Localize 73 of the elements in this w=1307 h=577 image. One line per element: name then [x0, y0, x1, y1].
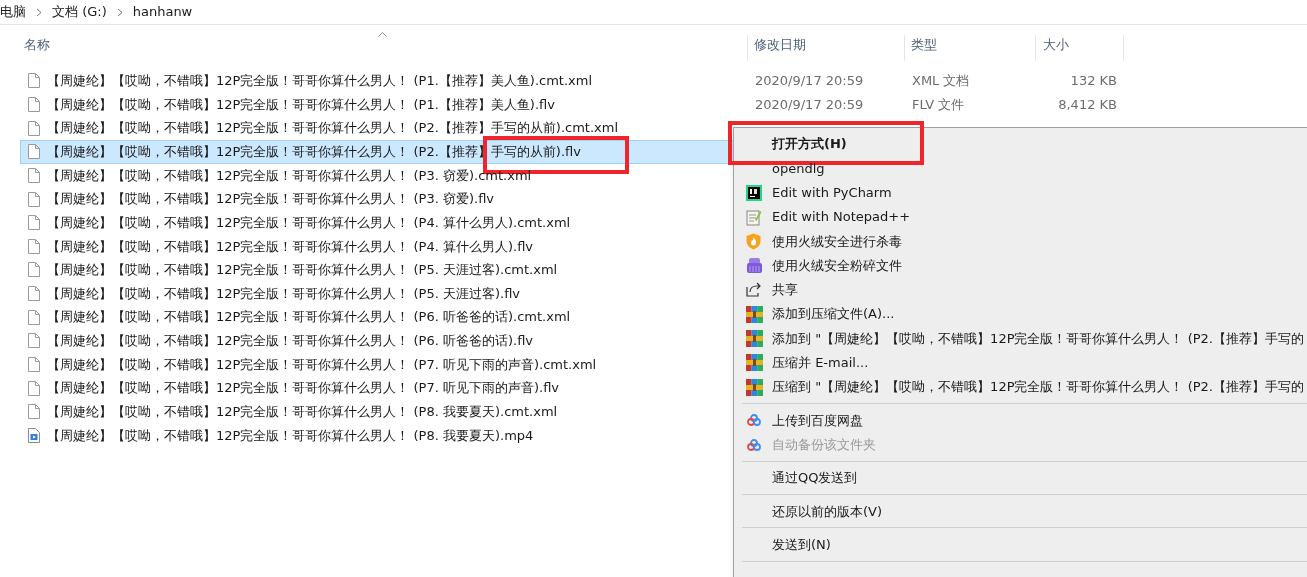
file-icon: [28, 262, 40, 278]
menu-item[interactable]: 使用火绒安全粉碎文件: [772, 255, 902, 276]
file-name: 【周婕纶】【哎呦，不错哦】12P完全版！哥哥你算什么男人！ (P7. 听见下雨的声音).flv: [47, 379, 560, 398]
menu-item[interactable]: Edit with PyCharm: [772, 183, 892, 203]
menu-item[interactable]: 添加到 "【周婕纶】【哎呦，不错哦】12P完全版！哥哥你算什么男人！ (P2.【推荐】手写的: [772, 328, 1304, 349]
shredder-icon: [746, 257, 763, 275]
video-file-icon: [28, 427, 40, 443]
column-header[interactable]: 修改日期: [748, 35, 905, 61]
file-name: 【周婕纶】【哎呦，不错哦】12P完全版！哥哥你算什么男人！ (P5. 天涯过客).flv: [47, 284, 521, 303]
file-icon: [28, 96, 40, 112]
file-icon: [28, 357, 40, 372]
file-name: 【周婕纶】【哎呦，不错哦】12P完全版！哥哥你算什么男人！ (P1.【推荐】美人鱼).cmt.xml: [47, 72, 593, 91]
modified-date: 2020/9/17 20:59: [755, 73, 864, 89]
menu-item[interactable]: Edit with Notepad++: [772, 207, 911, 227]
file-icon: [28, 309, 40, 325]
menu-item[interactable]: 使用火绒安全进行杀毒: [772, 231, 902, 252]
file-icon: [28, 238, 40, 254]
file-type: FLV 文件: [912, 96, 965, 112]
column-header[interactable]: 类型: [905, 35, 1036, 61]
file-icon: [28, 73, 40, 89]
cloud-icon: [746, 437, 762, 452]
share-icon: [746, 282, 762, 298]
file-name: 【周婕纶】【哎呦，不错哦】12P完全版！哥哥你算什么男人！ (P4. 算什么男人).flv: [47, 237, 534, 256]
file-icon: [28, 167, 40, 183]
menu-item[interactable]: 还原以前的版本(V): [772, 501, 883, 522]
chevron-right-icon: [36, 7, 42, 17]
file-icon: [28, 120, 40, 136]
file-name: 【周婕纶】【哎呦，不错哦】12P完全版！哥哥你算什么男人！ (P1.【推荐】美人鱼).flv: [47, 95, 555, 114]
archive-icon: [746, 330, 763, 347]
file-size: 132 KB: [1070, 72, 1117, 91]
file-name: 【周婕纶】【哎呦，不错哦】12P完全版！哥哥你算什么男人！ (P6. 听爸爸的话).cmt.xml: [47, 308, 571, 327]
menu-item[interactable]: 压缩到 "【周婕纶】【哎呦，不错哦】12P完全版！哥哥你算什么男人！ (P2.【推荐】手写的: [772, 377, 1304, 397]
file-icon: [28, 333, 40, 349]
file-name: 【周婕纶】【哎呦，不错哦】12P完全版！哥哥你算什么男人！ (P2.【推荐】手写的从前).cmt.xml: [47, 119, 619, 138]
shield-icon: [746, 232, 761, 250]
menu-item[interactable]: 发送到(N): [772, 534, 831, 555]
file-row[interactable]: 【周婕纶】【哎呦，不错哦】12P完全版！哥哥你算什么男人！ (P1.【推荐】美人鱼).cmt.xml 2020/9/17 20:59 XML 文档 132 KB: [20, 69, 1124, 93]
breadcrumb-item[interactable]: 文档 (G:): [52, 2, 107, 22]
file-name: 【周婕纶】【哎呦，不错哦】12P完全版！哥哥你算什么男人！ (P8. 我要夏天).cmt.xml: [47, 403, 558, 422]
archive-icon: [746, 305, 763, 323]
cloud-icon: [746, 413, 762, 428]
column-header[interactable]: 大小: [1036, 35, 1124, 61]
column-header[interactable]: 名称: [20, 35, 748, 61]
file-name: 【周婕纶】【哎呦，不错哦】12P完全版！哥哥你算什么男人！ (P2.【推荐】手写的从前).flv: [47, 143, 581, 161]
file-icon: [28, 191, 40, 207]
file-icon: [28, 215, 40, 231]
breadcrumb-item[interactable]: hanhanw: [132, 2, 193, 22]
file-name: 【周婕纶】【哎呦，不错哦】12P完全版！哥哥你算什么男人！ (P6. 听爸爸的话).flv: [47, 332, 534, 351]
file-row[interactable]: 【周婕纶】【哎呦，不错哦】12P完全版！哥哥你算什么男人！ (P1.【推荐】美人鱼).flv 2020/9/17 20:59 FLV 文件 8,412 KB: [20, 92, 1124, 117]
menu-item[interactable]: 添加到压缩文件(A)...: [772, 304, 895, 324]
file-type: XML 文档: [912, 73, 970, 89]
file-name: 【周婕纶】【哎呦，不错哦】12P完全版！哥哥你算什么男人！ (P7. 听见下雨的声音).cmt.xml: [47, 355, 597, 374]
menu-item[interactable]: 通过QQ发送到: [772, 468, 858, 488]
archive-icon: [746, 378, 763, 396]
modified-date: 2020/9/17 20:59: [755, 96, 864, 112]
file-size: 8,412 KB: [1058, 95, 1117, 114]
file-name: 【周婕纶】【哎呦，不错哦】12P完全版！哥哥你算什么男人！ (P4. 算什么男人).cmt.xml: [47, 213, 571, 232]
chevron-right-icon: [116, 7, 123, 17]
notepad-icon: [746, 208, 762, 226]
sort-ascending-icon: [378, 32, 387, 37]
menu-item[interactable]: 共享: [772, 280, 798, 300]
pycharm-icon: [746, 184, 762, 201]
menu-item[interactable]: 上传到百度网盘: [772, 410, 863, 431]
archive-icon: [746, 354, 763, 372]
file-name: 【周婕纶】【哎呦，不错哦】12P完全版！哥哥你算什么男人！ (P3. 窃爱).flv: [47, 190, 495, 209]
file-icon: [28, 144, 40, 160]
file-icon: [28, 286, 40, 302]
breadcrumb-item[interactable]: 电脑: [0, 2, 26, 22]
file-name: 【周婕纶】【哎呦，不错哦】12P完全版！哥哥你算什么男人！ (P8. 我要夏天).mp4: [47, 426, 534, 445]
menu-item[interactable]: 压缩并 E-mail...: [772, 353, 869, 373]
file-icon: [28, 380, 40, 396]
file-icon: [28, 404, 40, 420]
file-name: 【周婕纶】【哎呦，不错哦】12P完全版！哥哥你算什么男人！ (P5. 天涯过客).cmt.xml: [47, 261, 558, 280]
